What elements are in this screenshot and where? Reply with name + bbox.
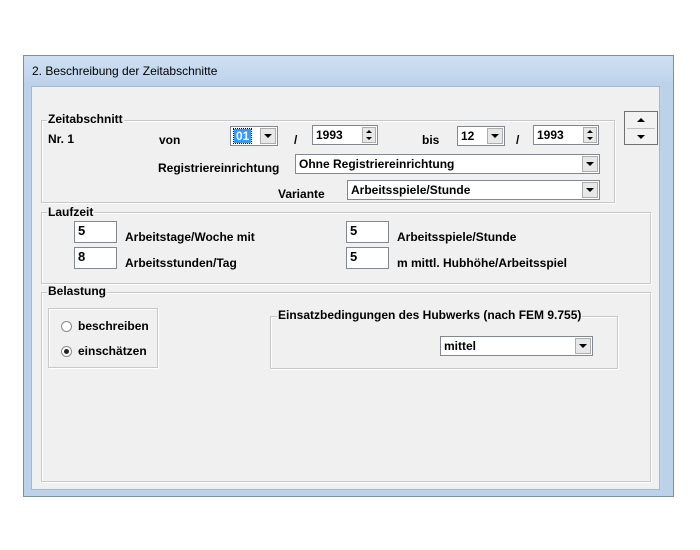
registrier-combobox[interactable]: Ohne Registriereinrichtung [295,154,600,174]
einsatz-legend: Einsatzbedingungen des Hubwerks (nach FE… [277,308,583,322]
arbeitsspiele-input[interactable]: 5 [346,221,389,243]
bis-month-value: 12 [461,129,475,143]
arbeitstage-label: Arbeitstage/Woche mit [125,230,255,244]
title-bar[interactable]: 2. Beschreibung der Zeitabschnitte [24,56,673,82]
belastung-radio-box [48,308,158,368]
einsatz-combobox[interactable]: mittel [440,336,593,356]
zeitabschnitt-nav-button[interactable] [624,111,658,145]
chevron-down-icon[interactable] [260,128,276,144]
chevron-down-icon[interactable] [487,128,503,144]
arbeitstage-input[interactable]: 5 [74,221,117,243]
laufzeit-legend: Laufzeit [47,205,95,219]
radio-beschreiben[interactable] [61,321,72,332]
zeitabschnitt-legend: Zeitabschnitt [47,112,124,126]
von-label: von [159,133,181,147]
bis-year-spinner[interactable]: 1993 [533,125,599,145]
arbeitstage-value: 5 [78,223,86,238]
window-title: 2. Beschreibung der Zeitabschnitte [32,64,218,78]
arbeitsstunden-value: 8 [78,249,86,264]
hubhoehe-input[interactable]: 5 [346,247,389,269]
von-year-value: 1993 [316,128,343,142]
radio-einschaetzen[interactable] [61,346,72,357]
dialog-client-area: Zeitabschnitt Nr. 1 von 01 / 1993 bis 12… [31,86,660,490]
bis-month-combobox[interactable]: 12 [457,126,505,146]
arbeitsstunden-label: Arbeitsstunden/Tag [125,256,237,270]
hubhoehe-label: m mittl. Hubhöhe/Arbeitsspiel [397,256,568,270]
registrier-value: Ohne Registriereinrichtung [299,157,455,171]
registrier-label: Registriereinrichtung [158,161,280,175]
arbeitsspiele-label: Arbeitsspiele/Stunde [397,230,517,244]
hubhoehe-value: 5 [350,249,358,264]
variante-value: Arbeitsspiele/Stunde [351,183,471,197]
variante-label: Variante [278,187,325,201]
chevron-down-icon[interactable] [582,182,598,198]
variante-combobox[interactable]: Arbeitsspiele/Stunde [347,180,600,200]
bis-label: bis [422,133,440,147]
chevron-down-icon[interactable] [575,338,591,354]
von-month-combobox[interactable]: 01 [230,126,278,146]
einsatz-value: mittel [444,339,477,353]
arbeitsspiele-value: 5 [350,223,358,238]
bis-separator: / [516,133,520,147]
von-month-value: 01 [232,128,253,144]
bis-year-value: 1993 [537,128,564,142]
radio-beschreiben-label[interactable]: beschreiben [78,319,149,333]
chevron-up-icon[interactable] [625,112,657,128]
von-year-spinner[interactable]: 1993 [312,125,378,145]
nr-label: Nr. 1 [48,132,75,146]
spinner-arrows-icon[interactable] [362,127,376,143]
chevron-down-icon[interactable] [582,156,598,172]
belastung-legend: Belastung [47,284,108,298]
chevron-down-icon[interactable] [625,129,657,145]
spinner-arrows-icon[interactable] [583,127,597,143]
radio-einschaetzen-label[interactable]: einschätzen [78,344,147,358]
von-separator: / [294,133,298,147]
arbeitsstunden-input[interactable]: 8 [74,247,117,269]
dialog-window: 2. Beschreibung der Zeitabschnitte Zeita… [23,55,674,497]
